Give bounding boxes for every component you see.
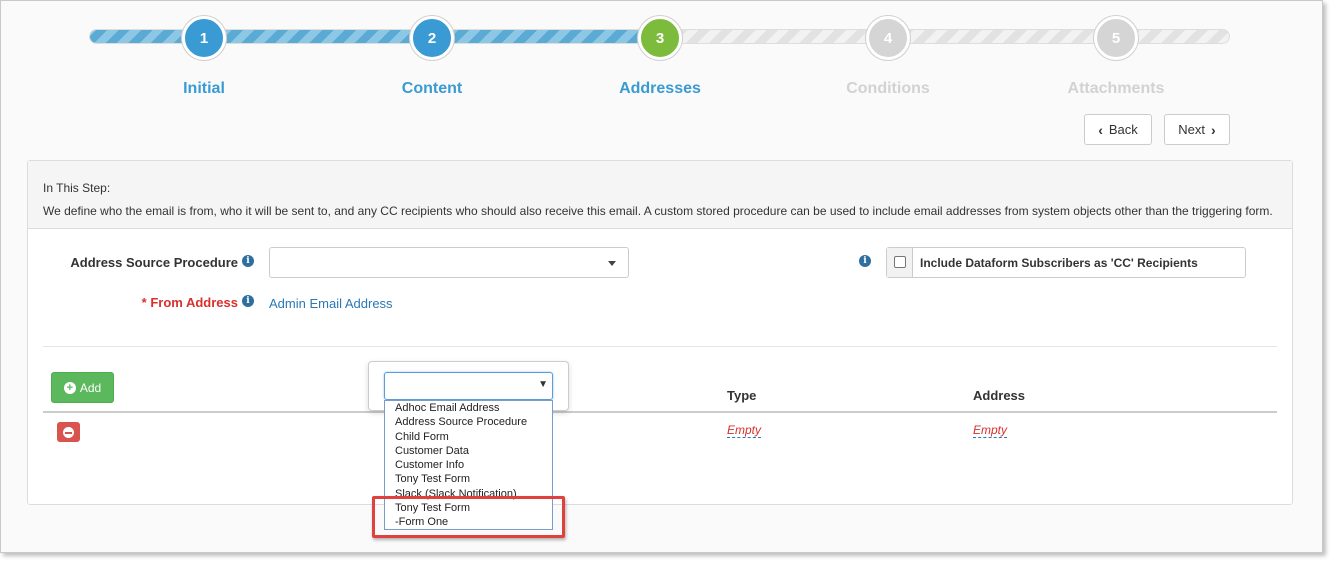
step-1-number: 1 bbox=[199, 29, 209, 47]
addresses-panel: In This Step: We define who the email is… bbox=[27, 160, 1293, 505]
step-2-number: 2 bbox=[427, 29, 437, 47]
caret-down-icon bbox=[608, 261, 616, 266]
option-item[interactable]: Adhoc Email Address bbox=[385, 401, 552, 415]
panel-heading: In This Step: We define who the email is… bbox=[28, 161, 1292, 229]
in-this-step-title: In This Step: bbox=[43, 181, 111, 195]
back-button[interactable]: ‹ Back bbox=[1084, 114, 1152, 145]
app-window: 1 2 3 4 5 Initial Content Addresses Cond… bbox=[0, 0, 1323, 553]
option-item[interactable]: Customer Data bbox=[385, 444, 552, 458]
option-item[interactable]: Address Source Procedure bbox=[385, 415, 552, 429]
cc-info-icon[interactable]: i bbox=[859, 255, 871, 267]
option-item[interactable]: Customer Info bbox=[385, 458, 552, 472]
minus-circle-icon bbox=[63, 426, 74, 438]
column-header-address: Address bbox=[973, 388, 1026, 403]
step-4-label: Conditions bbox=[846, 80, 930, 97]
cc-checkbox[interactable] bbox=[894, 256, 906, 268]
option-item[interactable]: Tony Test Form bbox=[385, 472, 552, 486]
add-button[interactable]: + Add bbox=[51, 372, 114, 403]
chevron-right-icon: › bbox=[1211, 121, 1216, 138]
row-address-editable[interactable]: Empty bbox=[973, 423, 1008, 438]
row-type-editable[interactable]: Empty bbox=[727, 423, 762, 438]
table-header-divider bbox=[43, 411, 1277, 413]
cc-checkbox-label: Include Dataform Subscribers as 'CC' Rec… bbox=[920, 256, 1198, 270]
step-2-circle[interactable]: 2 bbox=[410, 16, 454, 60]
plus-circle-icon: + bbox=[63, 381, 76, 394]
step-2-label[interactable]: Content bbox=[362, 80, 502, 98]
address-source-label: Address Source Procedure bbox=[70, 255, 238, 270]
from-address-info-icon[interactable]: i bbox=[242, 295, 254, 307]
next-button[interactable]: Next › bbox=[1164, 114, 1230, 145]
step-description: We define who the email is from, who it … bbox=[43, 204, 1273, 218]
option-item[interactable]: Child Form bbox=[385, 430, 552, 444]
dropdown-arrow-icon: ▼ bbox=[538, 379, 548, 390]
address-source-select[interactable] bbox=[269, 247, 629, 278]
section-divider bbox=[43, 346, 1277, 347]
wizard-progress-fill bbox=[90, 30, 660, 43]
from-address-link[interactable]: Admin Email Address bbox=[269, 296, 393, 311]
step-3-circle[interactable]: 3 bbox=[638, 16, 682, 60]
add-button-label: Add bbox=[79, 380, 102, 395]
cc-recipients-checkbox-group[interactable]: Include Dataform Subscribers as 'CC' Rec… bbox=[886, 247, 1246, 278]
step-3-number: 3 bbox=[655, 29, 665, 47]
step-1-circle[interactable]: 1 bbox=[182, 16, 226, 60]
back-button-label: Back bbox=[1108, 122, 1138, 137]
step-5-number: 5 bbox=[1111, 29, 1121, 47]
step-5-circle[interactable]: 5 bbox=[1094, 16, 1138, 60]
column-header-type: Type bbox=[727, 388, 757, 403]
step-5-label: Attachments bbox=[1067, 80, 1165, 97]
address-source-info-icon[interactable]: i bbox=[242, 255, 254, 267]
chevron-left-icon: ‹ bbox=[1098, 121, 1103, 138]
remove-row-button[interactable] bbox=[57, 422, 80, 442]
type-select[interactable]: ▼ bbox=[384, 372, 553, 400]
step-4-number: 4 bbox=[883, 29, 893, 47]
cc-checkbox-addon[interactable] bbox=[887, 248, 913, 277]
step-1-label[interactable]: Initial bbox=[134, 80, 274, 98]
from-address-label: * From Address bbox=[141, 295, 238, 310]
step-4-circle[interactable]: 4 bbox=[866, 16, 910, 60]
next-button-label: Next bbox=[1178, 122, 1206, 137]
annotation-highlight-box bbox=[372, 496, 565, 538]
step-3-label[interactable]: Addresses bbox=[590, 80, 730, 98]
